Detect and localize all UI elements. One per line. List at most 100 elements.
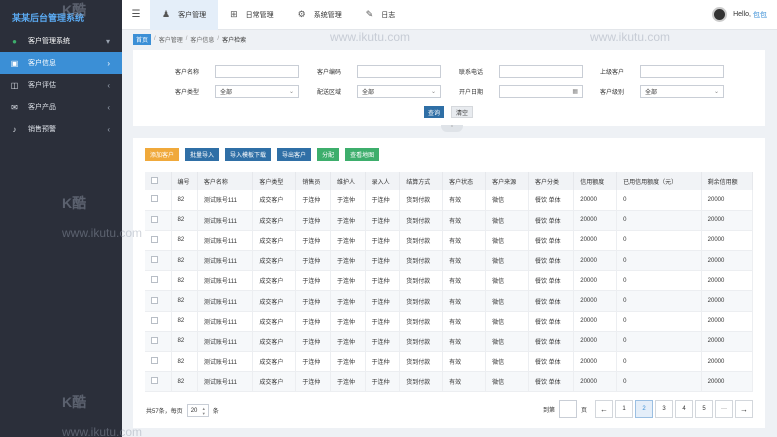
sidebar-system-selector[interactable]: ● 客户管理系统 ▾ bbox=[0, 30, 122, 52]
table-row[interactable]: 82 测试账号111 成交客户 于连仲 于连仲 于连仲 货到付款 有效 微信 餐饮 单体 20000… bbox=[145, 311, 754, 332]
table-cell: 于连仲 bbox=[365, 230, 401, 252]
table-cell: 于连仲 bbox=[295, 371, 331, 393]
column-header[interactable]: 已用信用额度（元） bbox=[616, 172, 702, 190]
row-checkbox[interactable] bbox=[151, 215, 158, 223]
export-customer-button[interactable]: 导出客户 bbox=[277, 148, 312, 161]
customer-level-select[interactable]: 全部 ⌄ bbox=[640, 85, 724, 98]
table-cell: 82 bbox=[171, 230, 198, 252]
table-row[interactable]: 82 测试账号111 成交客户 于连仲 于连仲 于连仲 货到付款 有效 微信 餐饮 单体 20000… bbox=[145, 331, 754, 353]
table-row[interactable]: 82 测试账号111 成交客户 于连仲 于连仲 于连仲 货到付款 有效 微信 餐饮 单体 20000… bbox=[145, 250, 754, 272]
column-header[interactable]: 客户分类 bbox=[528, 172, 575, 190]
calendar-icon: ▦ bbox=[572, 89, 578, 95]
column-header[interactable]: 信用额度 bbox=[573, 172, 618, 190]
column-header[interactable]: 维护人 bbox=[330, 172, 366, 190]
breadcrumb-separator: / bbox=[185, 36, 188, 42]
row-checkbox[interactable] bbox=[151, 377, 158, 385]
sidebar-item-label: 客户评估 bbox=[28, 82, 56, 89]
table-cell: 20000 bbox=[701, 290, 754, 312]
table-cell: 微信 bbox=[485, 290, 529, 312]
add-customer-button[interactable]: 添加客户 bbox=[145, 148, 180, 161]
table-body: 82 测试账号111 成交客户 于连仲 于连仲 于连仲 货到付款 有效 微信 餐饮 单体 20000… bbox=[145, 190, 754, 393]
column-header[interactable]: 编号 bbox=[171, 172, 198, 190]
assign-button[interactable]: 分配 bbox=[317, 148, 340, 161]
spinner-arrows-icon[interactable]: ▲ ▼ bbox=[202, 406, 206, 416]
breadcrumb-home[interactable]: 首页 bbox=[133, 33, 152, 45]
column-header[interactable]: 客户名称 bbox=[197, 172, 254, 190]
column-header[interactable]: 客户来源 bbox=[485, 172, 529, 190]
column-header[interactable]: 销售员 bbox=[295, 172, 331, 190]
column-header[interactable]: 结算方式 bbox=[399, 172, 444, 190]
row-checkbox[interactable] bbox=[151, 357, 158, 365]
tab-daily-management[interactable]: ⊞ 日常管理 bbox=[218, 0, 286, 30]
table-cell: 20000 bbox=[573, 311, 618, 332]
view-map-button[interactable]: 查看地图 bbox=[345, 148, 380, 161]
table-cell: 有效 bbox=[442, 351, 487, 373]
table-row[interactable]: 82 测试账号111 成交客户 于连仲 于连仲 于连仲 货到付款 有效 微信 餐饮 单体 20000… bbox=[145, 190, 754, 211]
sidebar-item-label: 销售预警 bbox=[28, 126, 56, 133]
sidebar-item-customer-evaluation[interactable]: ◫ 客户评估 ‹ bbox=[0, 74, 122, 96]
phone-input[interactable] bbox=[499, 65, 583, 78]
table-row[interactable]: 82 测试账号111 成交客户 于连仲 于连仲 于连仲 货到付款 有效 微信 餐饮 单体 20000… bbox=[145, 371, 754, 393]
table-cell: 货到付款 bbox=[399, 311, 444, 332]
page-button[interactable]: 4 bbox=[675, 400, 693, 418]
delivery-region-select[interactable]: 全部 ⌄ bbox=[357, 85, 441, 98]
page-button-current[interactable]: 2 bbox=[635, 400, 653, 418]
select-value: 全部 bbox=[362, 90, 375, 96]
row-checkbox[interactable] bbox=[151, 316, 158, 324]
collapse-toggle-icon[interactable]: ⌃ bbox=[441, 125, 463, 132]
tab-log[interactable]: ✎ 日志 bbox=[354, 0, 408, 30]
column-header[interactable]: 客户类型 bbox=[252, 172, 297, 190]
customer-code-input[interactable] bbox=[357, 65, 441, 78]
open-date-picker[interactable]: ▦ bbox=[499, 85, 583, 98]
table-row[interactable]: 82 测试账号111 成交客户 于连仲 于连仲 于连仲 货到付款 有效 微信 餐饮 单体 20000… bbox=[145, 290, 754, 312]
batch-import-button[interactable]: 批量导入 bbox=[185, 148, 220, 161]
breadcrumb-item[interactable]: 客户信息 bbox=[190, 35, 214, 44]
select-all-checkbox[interactable] bbox=[151, 176, 158, 184]
table-cell: 有效 bbox=[442, 331, 487, 353]
row-checkbox[interactable] bbox=[151, 336, 158, 344]
page-button[interactable]: 5 bbox=[695, 400, 713, 418]
row-checkbox[interactable] bbox=[151, 296, 158, 304]
row-checkbox[interactable] bbox=[151, 235, 158, 243]
query-button[interactable]: 查询 bbox=[424, 106, 444, 118]
next-page-button[interactable]: → bbox=[735, 400, 753, 418]
page-button[interactable]: 1 bbox=[615, 400, 633, 418]
page-button[interactable]: 3 bbox=[655, 400, 673, 418]
breadcrumb-item[interactable]: 客户管理 bbox=[159, 35, 183, 44]
username[interactable]: 包包 bbox=[753, 10, 767, 20]
tab-customer-management[interactable]: ♟ 客户管理 bbox=[150, 0, 219, 30]
clear-button[interactable]: 清空 bbox=[451, 106, 473, 118]
table-cell: 餐饮 单体 bbox=[528, 311, 575, 332]
sidebar-item-sales-alert[interactable]: ♪ 销售预警 ‹ bbox=[0, 118, 122, 140]
table-row[interactable]: 82 测试账号111 成交客户 于连仲 于连仲 于连仲 货到付款 有效 微信 餐饮 单体 20000… bbox=[145, 270, 754, 292]
table-cell: 餐饮 单体 bbox=[528, 190, 575, 211]
table-cell: 成交客户 bbox=[252, 190, 297, 211]
table-cell: 于连仲 bbox=[330, 331, 366, 353]
person-card-icon: ▣ bbox=[10, 58, 19, 68]
customer-name-input[interactable] bbox=[215, 65, 299, 78]
tab-system-management[interactable]: ⚙ 系统管理 bbox=[286, 0, 354, 30]
menu-toggle-icon[interactable]: ☰ bbox=[122, 0, 150, 30]
column-header[interactable]: 录入人 bbox=[365, 172, 401, 190]
customer-code-field: 客户编码 bbox=[317, 65, 441, 78]
column-header[interactable]: 客户状态 bbox=[442, 172, 487, 190]
customer-type-select[interactable]: 全部 ⌄ bbox=[215, 85, 299, 98]
row-checkbox[interactable] bbox=[151, 276, 158, 284]
table-row[interactable]: 82 测试账号111 成交客户 于连仲 于连仲 于连仲 货到付款 有效 微信 餐饮 单体 20000… bbox=[145, 230, 754, 252]
row-checkbox[interactable] bbox=[151, 195, 158, 203]
page-size-stepper[interactable]: 20 ▲ ▼ bbox=[186, 404, 209, 417]
table-row[interactable]: 82 测试账号111 成交客户 于连仲 于连仲 于连仲 货到付款 有效 微信 餐饮 单体 20000… bbox=[145, 351, 754, 373]
column-header[interactable]: 剩余信用额 bbox=[701, 172, 754, 190]
prev-page-button[interactable]: ← bbox=[595, 400, 613, 418]
caret-down-icon: ▾ bbox=[105, 36, 110, 46]
table-cell: 于连仲 bbox=[295, 351, 331, 373]
jump-page-input[interactable] bbox=[558, 400, 577, 418]
row-checkbox[interactable] bbox=[151, 256, 158, 264]
table-cell: 于连仲 bbox=[295, 230, 331, 252]
parent-customer-input[interactable] bbox=[640, 65, 724, 78]
table-row[interactable]: 82 测试账号111 成交客户 于连仲 于连仲 于连仲 货到付款 有效 微信 餐饮 单体 20000… bbox=[145, 210, 754, 231]
user-menu[interactable]: Hello, 包包 bbox=[712, 7, 777, 22]
template-download-button[interactable]: 导入模板下载 bbox=[225, 148, 272, 161]
sidebar-item-customer-products[interactable]: ✉ 客户产品 ‹ bbox=[0, 96, 122, 118]
sidebar-item-customer-info[interactable]: ▣ 客户信息 › bbox=[0, 52, 122, 74]
